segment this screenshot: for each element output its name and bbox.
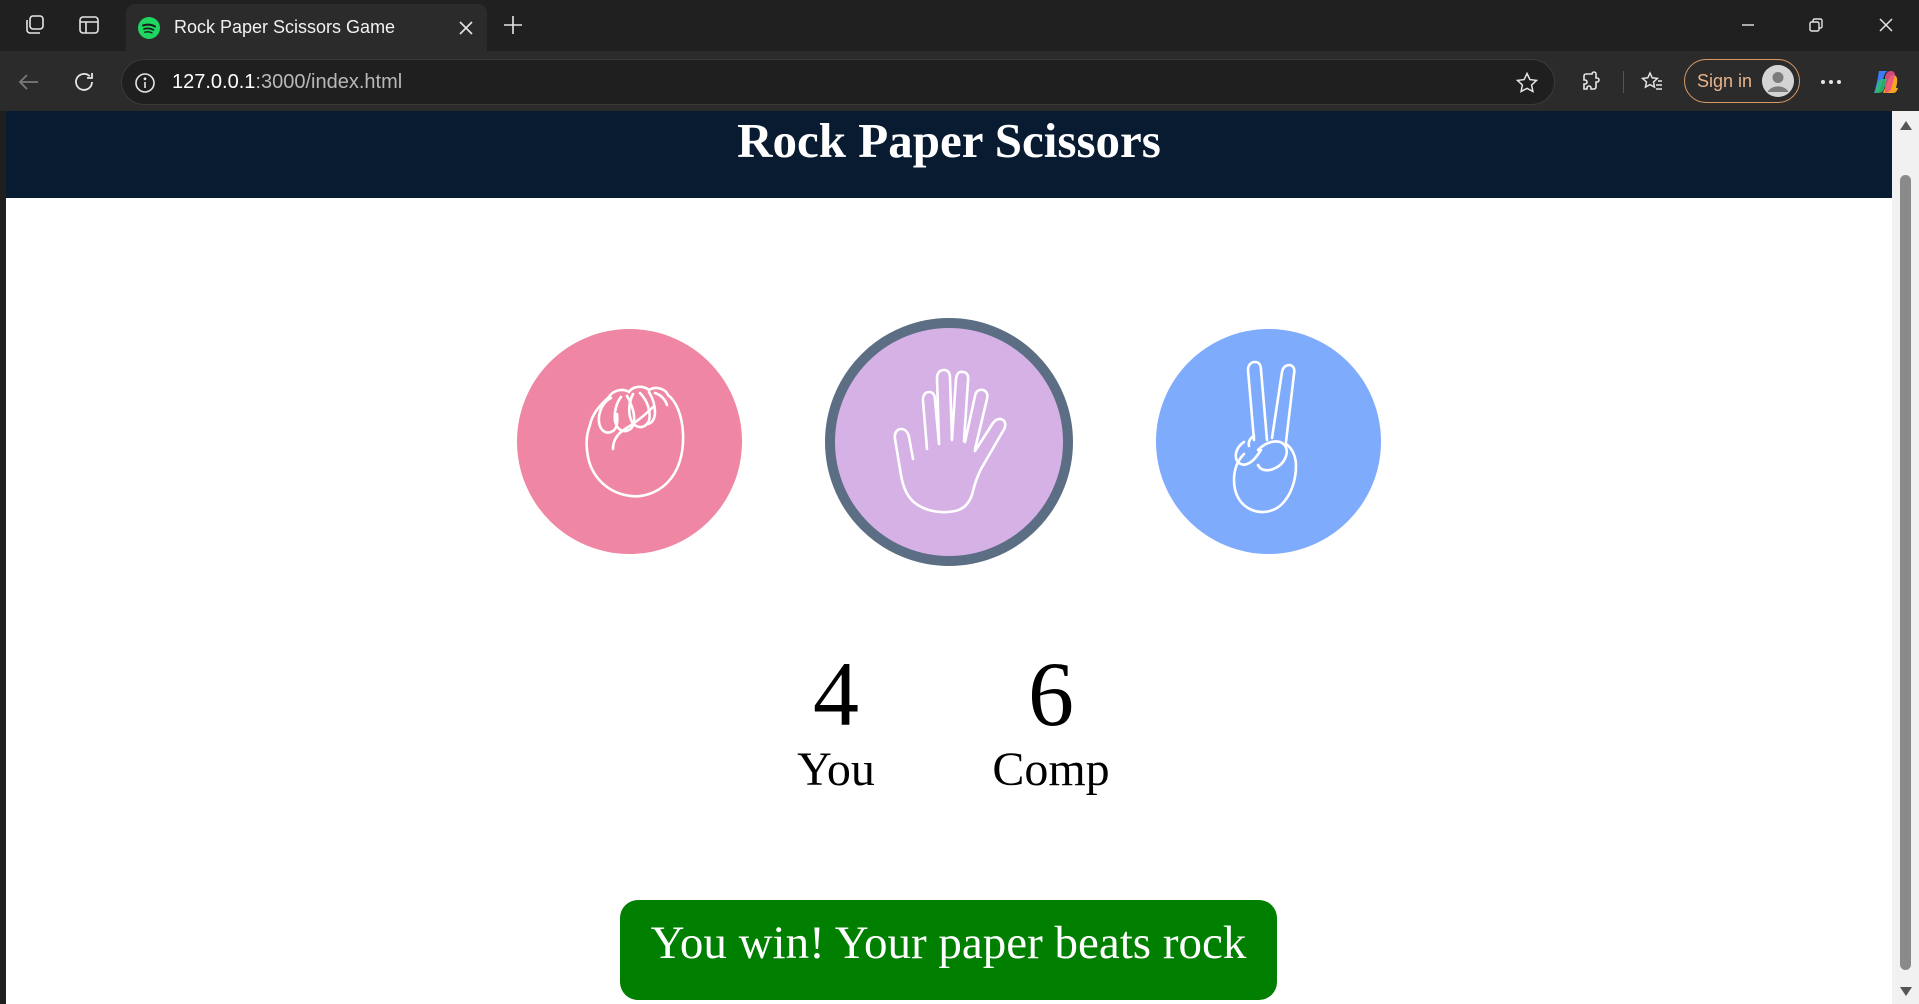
favorites-icon[interactable] bbox=[1636, 66, 1668, 98]
browser-toolbar: 127.0.0.1:3000/index.html Sign in bbox=[0, 51, 1919, 111]
scroll-up-arrow-icon[interactable] bbox=[1900, 121, 1912, 130]
page-title: Rock Paper Scissors bbox=[737, 113, 1161, 168]
user-score: 4 You bbox=[766, 646, 906, 798]
result-message-text: You win! Your paper beats rock bbox=[650, 917, 1247, 969]
tab-active[interactable]: Rock Paper Scissors Game bbox=[126, 4, 487, 51]
vertical-scrollbar[interactable] bbox=[1892, 111, 1919, 1004]
fist-icon bbox=[584, 385, 684, 498]
page-viewport: Rock Paper Scissors 4 You 6 Comp You win… bbox=[6, 111, 1892, 1004]
refresh-icon[interactable] bbox=[68, 66, 100, 98]
vertical-tabs-icon[interactable] bbox=[76, 12, 102, 38]
favorite-star-icon[interactable] bbox=[1514, 70, 1540, 96]
minimize-icon[interactable] bbox=[1726, 8, 1770, 42]
site-info-icon[interactable] bbox=[132, 70, 158, 96]
avatar-icon bbox=[1762, 65, 1794, 97]
open-hand-icon bbox=[893, 368, 1007, 514]
comp-score-value: 6 bbox=[1028, 643, 1074, 745]
scissors-choice-button[interactable] bbox=[1156, 329, 1381, 554]
comp-score-label: Comp bbox=[992, 743, 1110, 796]
workspaces-icon[interactable] bbox=[22, 12, 48, 38]
browser-tabbar: Rock Paper Scissors Game bbox=[0, 0, 1919, 51]
more-options-icon[interactable] bbox=[1815, 66, 1847, 98]
extensions-icon[interactable] bbox=[1576, 66, 1608, 98]
url-path: :3000/index.html bbox=[255, 71, 403, 93]
rock-choice-button[interactable] bbox=[517, 329, 742, 554]
url-text[interactable]: 127.0.0.1:3000/index.html bbox=[172, 71, 402, 94]
sign-in-label: Sign in bbox=[1697, 70, 1753, 91]
user-score-value: 4 bbox=[813, 643, 859, 745]
close-window-icon[interactable] bbox=[1864, 8, 1908, 42]
new-tab-icon[interactable] bbox=[498, 10, 528, 40]
tab-close-icon[interactable] bbox=[451, 13, 481, 43]
copilot-icon[interactable] bbox=[1870, 66, 1902, 98]
choices-row bbox=[6, 318, 1892, 568]
tab-title: Rock Paper Scissors Game bbox=[174, 17, 396, 37]
sign-in-button[interactable]: Sign in bbox=[1684, 59, 1800, 103]
url-host: 127.0.0.1 bbox=[172, 71, 256, 93]
scrollbar-thumb[interactable] bbox=[1900, 175, 1911, 970]
user-score-label: You bbox=[797, 743, 875, 796]
spotify-icon bbox=[138, 16, 160, 39]
toolbar-divider bbox=[1623, 71, 1624, 93]
back-arrow-icon[interactable] bbox=[13, 66, 45, 98]
restore-icon[interactable] bbox=[1794, 8, 1838, 42]
address-bar[interactable]: 127.0.0.1:3000/index.html bbox=[121, 59, 1555, 105]
scoreboard: 4 You 6 Comp bbox=[6, 646, 1892, 806]
result-message: You win! Your paper beats rock bbox=[620, 900, 1277, 1000]
comp-score: 6 Comp bbox=[966, 646, 1136, 798]
page-header: Rock Paper Scissors bbox=[6, 111, 1892, 198]
paper-choice-button[interactable] bbox=[825, 318, 1073, 566]
scroll-down-arrow-icon[interactable] bbox=[1900, 987, 1912, 996]
peace-sign-icon bbox=[1232, 360, 1297, 513]
